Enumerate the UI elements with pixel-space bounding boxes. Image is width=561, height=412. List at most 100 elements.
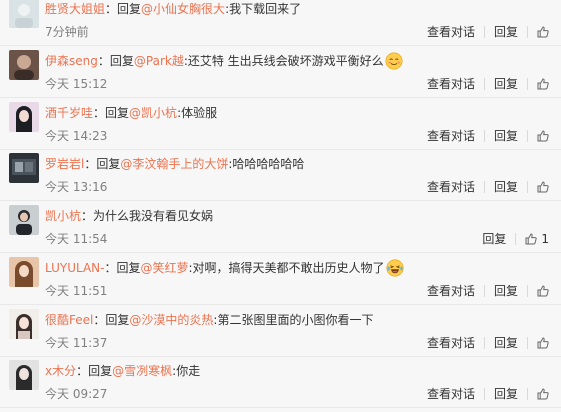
username-link[interactable]: 很酷Feel — [45, 313, 93, 327]
view-conversation-link[interactable]: 查看对话 — [427, 24, 475, 40]
mention-link[interactable]: @Park越 — [134, 54, 184, 68]
username-link[interactable]: 伊森seng — [45, 54, 98, 68]
comment-prefix: ： — [97, 54, 110, 68]
view-conversation-link[interactable]: 查看对话 — [427, 386, 475, 402]
avatar[interactable] — [9, 205, 39, 235]
like-icon[interactable] — [537, 130, 549, 142]
like-icon[interactable] — [537, 181, 549, 193]
relieved-emoji — [384, 52, 403, 70]
comment-text: 胜贤大姐姐：回复@小仙女胸很大:我下载回来了 — [45, 0, 411, 20]
avatar[interactable] — [9, 0, 39, 28]
comment-prefix: ： — [93, 313, 106, 327]
reply-link[interactable]: 回复 — [494, 335, 518, 351]
comment-item: 伊森seng：回复@Park越:还艾特 生出兵线会破坏游戏平衡好么 今天 15:1… — [0, 47, 561, 98]
mention-link[interactable]: @沙漠中的炎热 — [129, 313, 213, 327]
comment-time: 今天 11:37 — [45, 336, 108, 350]
username-link[interactable]: LUYULAN- — [45, 261, 104, 275]
mention-link[interactable]: @李汶翰手上的大饼 — [120, 157, 228, 171]
comment-text: LUYULAN-：回复@笑红萝:对啊，搞得天美都不敢出历史人物了 — [45, 259, 411, 279]
avatar[interactable] — [9, 50, 39, 80]
username-link[interactable]: x木分 — [45, 364, 76, 378]
laughing-emoji — [385, 259, 404, 277]
reply-link[interactable]: 回复 — [494, 179, 518, 195]
divider — [483, 388, 485, 400]
comment-body: 为什么我没有看见女娲 — [93, 209, 214, 223]
reply-link[interactable]: 回复 — [494, 386, 518, 402]
comment-body: :还艾特 生出兵线会破坏游戏平衡好么 — [183, 54, 384, 68]
comment-item: 酒千岁哇：回复@凯小杭:体验服今天 14:23 查看对话 回复 — [0, 99, 561, 150]
divider — [527, 388, 528, 400]
avatar[interactable] — [9, 102, 39, 132]
avatar[interactable] — [9, 309, 39, 339]
reply-prefix: 回复 — [116, 261, 141, 275]
comment-text: 酒千岁哇：回复@凯小杭:体验服 — [45, 104, 411, 124]
username-link[interactable]: 胜贤大姐姐 — [45, 2, 105, 16]
divider — [527, 78, 528, 90]
divider — [527, 285, 528, 297]
comment-item: 很酷Feel：回复@沙漠中的炎热:第二张图里面的小图你看一下 今天 11:37 查看… — [0, 306, 561, 357]
comment-time: 今天 09:27 — [45, 387, 108, 401]
divider — [527, 181, 528, 193]
reply-prefix: 回复 — [105, 106, 130, 120]
reply-link[interactable]: 回复 — [494, 76, 518, 92]
comment-list: 胜贤大姐姐：回复@小仙女胸很大:我下载回来了 7分钟前 查看对话 回复 伊森seng：回… — [0, 0, 561, 412]
divider — [527, 26, 528, 38]
reply-link[interactable]: 回复 — [494, 128, 518, 144]
comment-prefix: ： — [105, 2, 118, 16]
username-link[interactable]: 酒千岁哇 — [45, 106, 93, 120]
mention-link[interactable]: @凯小杭 — [129, 106, 177, 120]
reply-link[interactable]: 回复 — [482, 231, 506, 247]
comment-body: :我下载回来了 — [225, 2, 302, 16]
avatar[interactable] — [9, 153, 39, 183]
view-conversation-link[interactable]: 查看对话 — [427, 335, 475, 351]
view-conversation-link[interactable]: 查看对话 — [427, 179, 475, 195]
comment-actions: 回复 1 — [482, 231, 549, 247]
view-conversation-link[interactable]: 查看对话 — [427, 76, 475, 92]
comment-time: 今天 11:51 — [45, 284, 108, 298]
avatar[interactable] — [9, 360, 39, 390]
reply-prefix: 回复 — [88, 364, 113, 378]
divider — [515, 233, 517, 245]
comment-time: 今天 14:23 — [45, 129, 108, 143]
mention-link[interactable]: @笑红萝 — [141, 261, 189, 275]
avatar[interactable] — [9, 257, 39, 287]
comment-prefix: ： — [81, 209, 94, 223]
divider — [527, 337, 528, 349]
view-conversation-link[interactable]: 查看对话 — [427, 128, 475, 144]
divider — [483, 181, 485, 193]
comment-prefix: ： — [84, 157, 97, 171]
comment-actions: 查看对话 回复 — [427, 76, 549, 92]
like-icon[interactable] — [537, 26, 549, 38]
reply-prefix: 回复 — [96, 157, 121, 171]
comment-text: 伊森seng：回复@Park越:还艾特 生出兵线会破坏游戏平衡好么 — [45, 52, 411, 72]
comment-time: 今天 15:12 — [45, 77, 108, 91]
comment-prefix: ： — [76, 364, 89, 378]
reply-prefix: 回复 — [105, 313, 130, 327]
like-icon[interactable] — [537, 78, 549, 90]
comment-text: 罗岩岩l：回复@李汶翰手上的大饼:哈哈哈哈哈哈 — [45, 155, 411, 175]
comment-actions: 查看对话 回复 — [427, 128, 549, 144]
comment-actions: 查看对话 回复 — [427, 179, 549, 195]
like-icon[interactable] — [537, 285, 549, 297]
reply-link[interactable]: 回复 — [494, 24, 518, 40]
comment-item: 胜贤大姐姐：回复@小仙女胸很大:我下载回来了 7分钟前 查看对话 回复 — [0, 0, 561, 46]
like-icon[interactable] — [525, 233, 538, 245]
comment-actions: 查看对话 回复 — [427, 283, 549, 299]
mention-link[interactable]: @雪冽寒枫 — [112, 364, 172, 378]
reply-prefix: 回复 — [109, 54, 134, 68]
reply-link[interactable]: 回复 — [494, 283, 518, 299]
username-link[interactable]: 罗岩岩l — [45, 157, 84, 171]
comment-body: :哈哈哈哈哈哈 — [228, 157, 305, 171]
comment-actions: 查看对话 回复 — [427, 335, 549, 351]
divider — [483, 26, 485, 38]
view-conversation-link[interactable]: 查看对话 — [427, 283, 475, 299]
comment-time: 今天 13:16 — [45, 180, 108, 194]
divider — [483, 130, 485, 142]
comment-text: 凯小杭：为什么我没有看见女娲 — [45, 207, 411, 227]
username-link[interactable]: 凯小杭 — [45, 209, 81, 223]
mention-link[interactable]: @小仙女胸很大 — [141, 2, 225, 16]
divider — [527, 130, 528, 142]
comment-actions: 查看对话 回复 — [427, 386, 549, 402]
like-icon[interactable] — [537, 388, 549, 400]
like-icon[interactable] — [537, 337, 549, 349]
